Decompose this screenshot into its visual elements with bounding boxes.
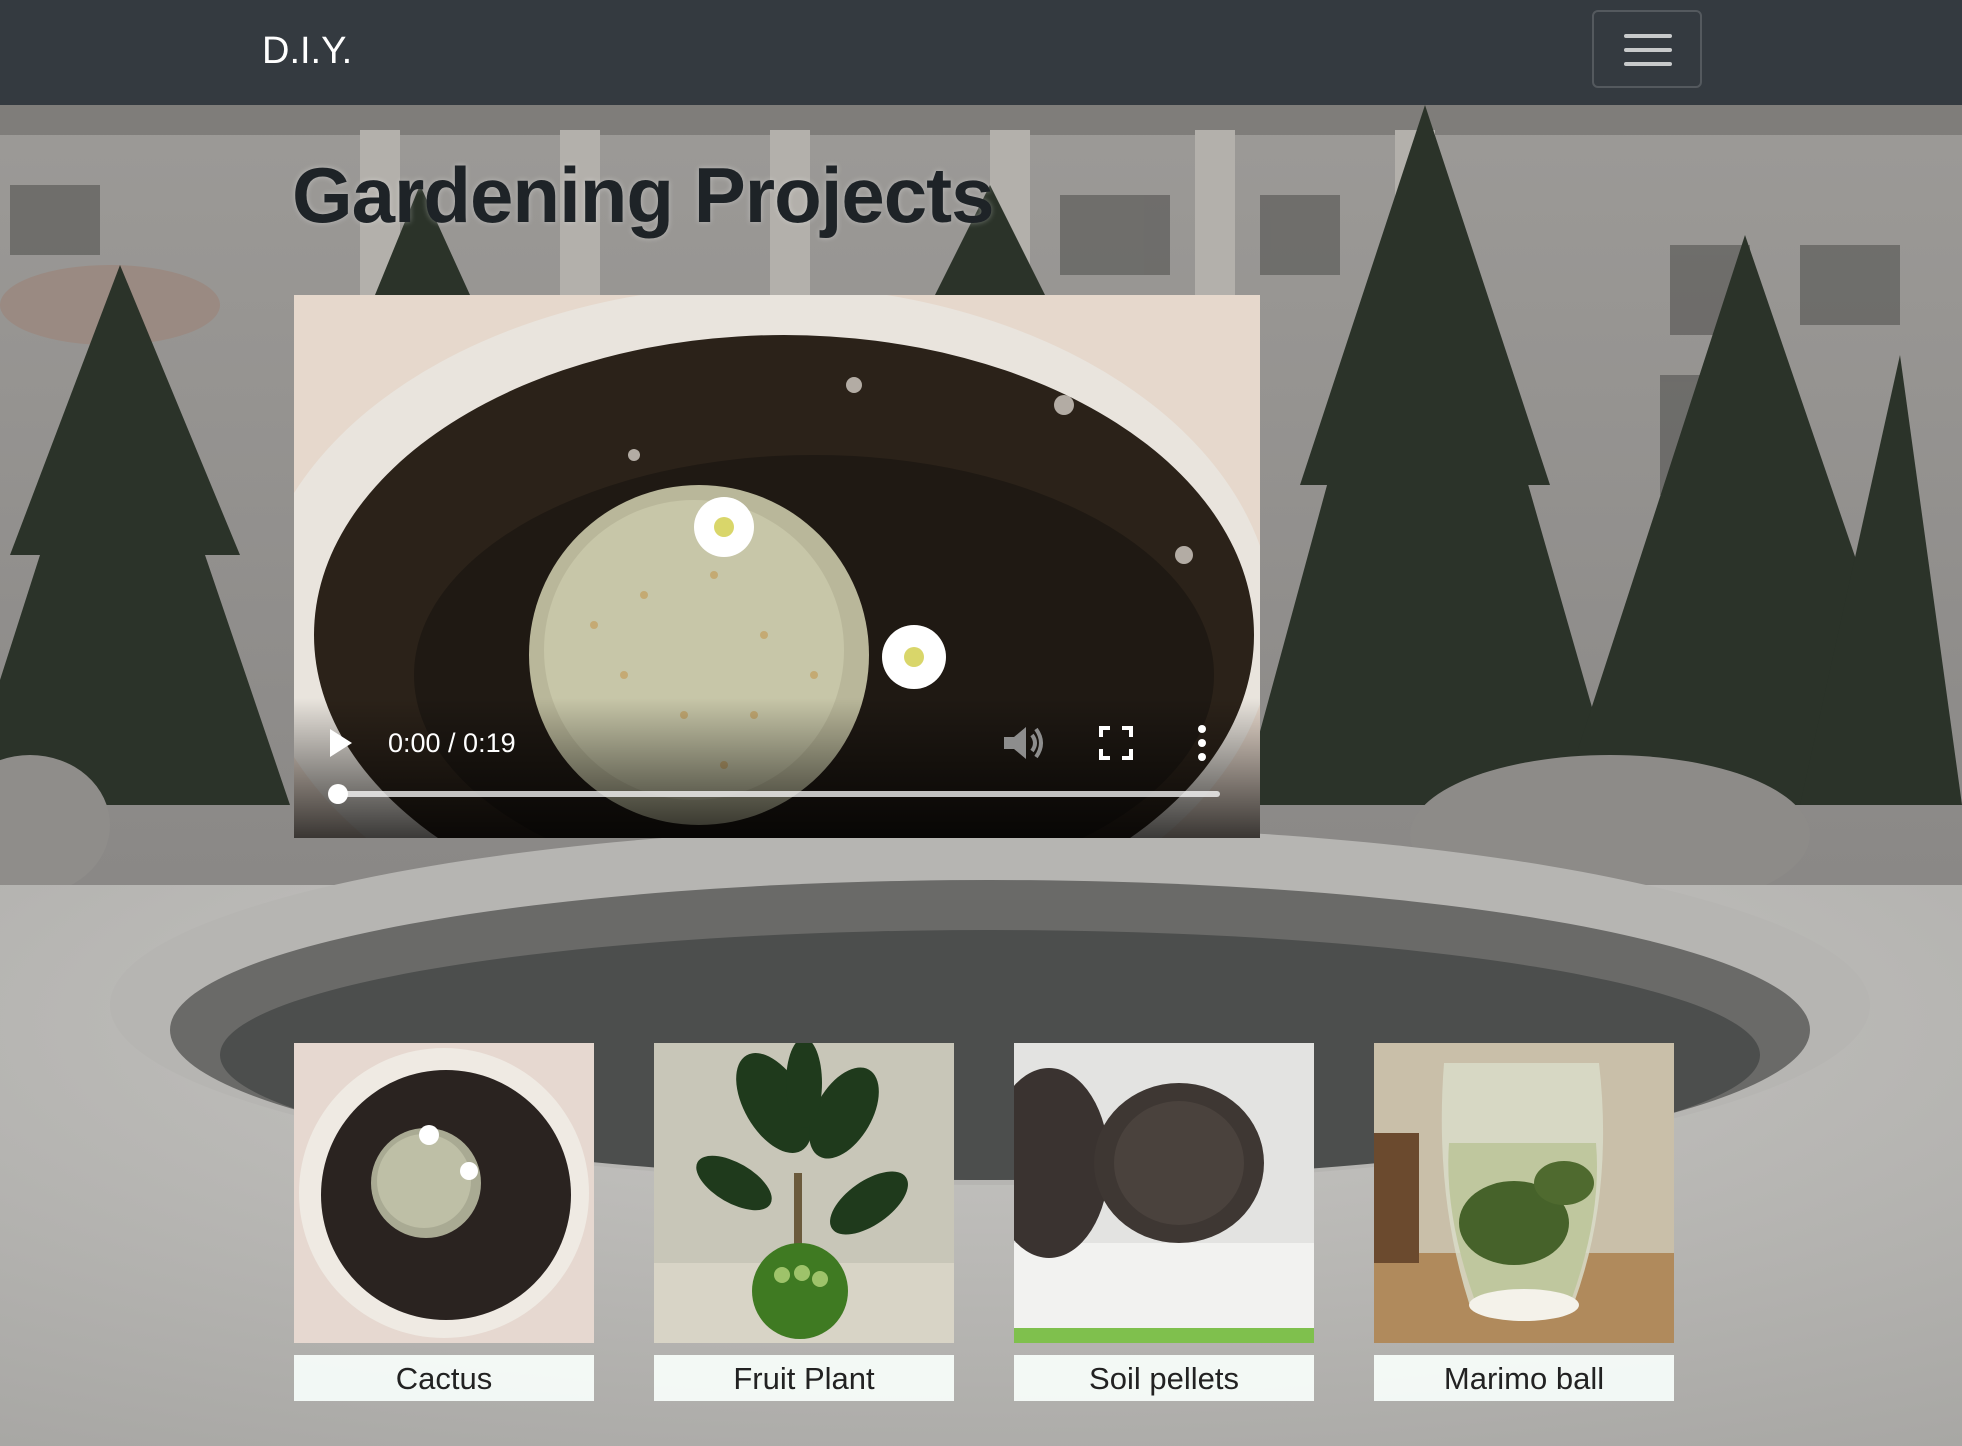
- marimo-ball-image: [1374, 1043, 1674, 1343]
- brand-link[interactable]: D.I.Y.: [262, 28, 352, 74]
- gallery-caption: Soil pellets: [1014, 1355, 1314, 1401]
- volume-icon[interactable]: [1002, 723, 1046, 763]
- gallery-item-cactus[interactable]: Cactus: [294, 1043, 594, 1401]
- hamburger-icon: [1624, 48, 1672, 52]
- video-progress-bar[interactable]: [328, 784, 1220, 804]
- soil-pellets-image: [1014, 1043, 1314, 1343]
- gallery-item-fruit-plant[interactable]: Fruit Plant: [654, 1043, 954, 1401]
- video-player[interactable]: 0:00 / 0:19: [294, 295, 1260, 838]
- hamburger-icon: [1624, 62, 1672, 66]
- gallery-item-marimo-ball[interactable]: Marimo ball: [1374, 1043, 1674, 1401]
- gallery-caption: Cactus: [294, 1355, 594, 1401]
- gallery-caption: Marimo ball: [1374, 1355, 1674, 1401]
- more-options-icon[interactable]: [1194, 723, 1210, 763]
- navbar-toggle-button[interactable]: [1592, 10, 1702, 88]
- fruit-plant-image: [654, 1043, 954, 1343]
- video-controls-shade: [294, 698, 1260, 838]
- cactus-image: [294, 1043, 594, 1343]
- page-title: Gardening Projects: [292, 151, 995, 239]
- fullscreen-icon[interactable]: [1098, 725, 1134, 761]
- play-icon[interactable]: [330, 729, 352, 757]
- video-progress-thumb[interactable]: [328, 784, 348, 804]
- video-time-display: 0:00 / 0:19: [388, 728, 516, 758]
- gallery-caption: Fruit Plant: [654, 1355, 954, 1401]
- hamburger-icon: [1624, 34, 1672, 38]
- navbar: D.I.Y.: [0, 0, 1962, 105]
- gallery-item-soil-pellets[interactable]: Soil pellets: [1014, 1043, 1314, 1401]
